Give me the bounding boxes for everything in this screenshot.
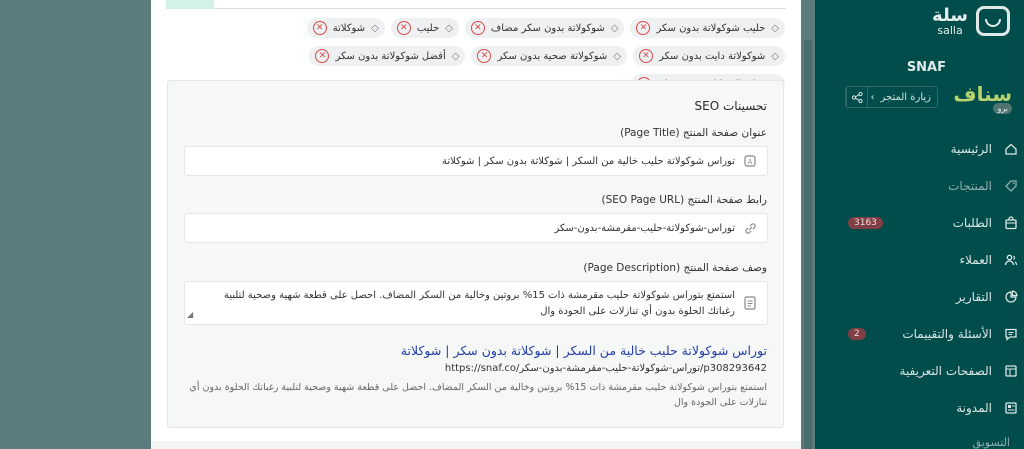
sidebar-item[interactable]: الأسئلة والتقييمات 2: [834, 315, 1024, 352]
tag-chip: ◇ حليب شوكولاتة بدون سكر ✕: [630, 18, 785, 38]
remove-tag-icon[interactable]: ✕: [477, 49, 492, 63]
sidebar-item[interactable]: المنتجات: [834, 167, 1024, 204]
top-divider: [214, 8, 786, 9]
seo-section: تحسينات SEO عنوان صفحة المنتج (Page Titl…: [167, 80, 784, 428]
tag-label: أفضل شوكولاتة بدون سكر: [335, 50, 446, 62]
tag-label: شوكولاتة دايت بدون سكر: [658, 50, 766, 62]
seo-url-value: توراس-شوكولاتة-حليب-مقرمشة-بدون-سكر: [554, 222, 735, 234]
store-name: SNAF: [906, 60, 946, 75]
tag-label: شوكولاتة بدون سكر مضاف: [490, 22, 605, 34]
link-icon: [743, 221, 757, 235]
remove-tag-icon[interactable]: ✕: [312, 21, 327, 35]
remove-tag-icon[interactable]: ✕: [396, 21, 411, 35]
salla-bag-icon: [976, 6, 1010, 36]
plan-badge: برو: [993, 103, 1012, 114]
tag-icon: ◇: [613, 50, 621, 62]
tag-icon: [1002, 177, 1020, 195]
seo-url-input[interactable]: توراس-شوكولاتة-حليب-مقرمشة-بدون-سكر: [184, 213, 768, 243]
panel-bottom: [151, 441, 801, 449]
page-description-label: وصف صفحة المنتج (Page Description): [583, 262, 767, 274]
visit-store-label: زيارة المتجر: [880, 91, 931, 103]
sidebar-item[interactable]: الصفحات التعريفية: [834, 352, 1024, 389]
page-description-value: استمتع بتوراس شوكولاتة حليب مقرمشة ذات 1…: [223, 290, 735, 317]
tag-chip: ◇ شوكولاتة دايت بدون سكر ✕: [632, 46, 785, 66]
sidebar-item[interactable]: المدونة: [834, 389, 1024, 426]
search-preview-url: https://snaf.co/توراس-شوكولاتة-حليب-مقرم…: [444, 363, 767, 374]
bag-icon: [1002, 214, 1020, 232]
tag-icon: ◇: [610, 22, 619, 34]
count-badge: 2: [848, 327, 866, 340]
tag-chip: ◇ شوكولاتة صحية بدون سكر ✕: [471, 46, 627, 66]
tag-chip: ◇ حليب ✕: [390, 18, 459, 38]
sidebar-item[interactable]: التقارير: [834, 278, 1024, 315]
blog-icon: [1002, 399, 1020, 417]
tag-label: شوكلاتة: [332, 22, 366, 34]
share-icon[interactable]: [846, 87, 868, 107]
store-logo: سناف برو: [953, 82, 1012, 114]
logo-en: salla: [937, 23, 963, 37]
sidebar-item-label: الطلبات: [952, 215, 992, 230]
remove-tag-icon[interactable]: ✕: [470, 21, 485, 35]
chat-icon: [1002, 325, 1020, 343]
remove-tag-icon[interactable]: ✕: [636, 21, 651, 35]
sidebar-item-label: التقارير: [955, 289, 992, 304]
sidebar-item-label: الأسئلة والتقييمات: [902, 326, 992, 341]
tag-label: حليب شوكولاتة بدون سكر: [656, 22, 766, 34]
seo-section-title: تحسينات SEO: [694, 99, 767, 113]
sidebar-item[interactable]: الرئيسية: [834, 130, 1024, 167]
text-field-icon: A: [743, 154, 757, 168]
users-icon: [1002, 251, 1020, 269]
sidebar-item[interactable]: العملاء: [834, 241, 1024, 278]
page-title-input[interactable]: A توراس شوكولاتة حليب خالية من السكر | ش…: [184, 146, 768, 176]
svg-text:A: A: [748, 158, 753, 166]
sidebar-item-label: العملاء: [959, 252, 992, 267]
count-badge: 3163: [848, 216, 883, 229]
tag-chip: ◇ شوكلاتة ✕: [306, 18, 385, 38]
home-icon: [1002, 140, 1020, 158]
tag-chip: ◇ شوكولاتة بدون سكر مضاف ✕: [464, 18, 625, 38]
sidebar-item-label: المدونة: [956, 400, 992, 415]
sidebar-item-label: المنتجات: [948, 178, 992, 193]
scrollbar[interactable]: [804, 40, 812, 449]
search-preview-title: توراس شوكولاتة حليب خالية من السكر | شوك…: [400, 343, 767, 358]
tag-label: حليب: [416, 22, 440, 34]
page-title-label: عنوان صفحة المنتج (Page Title): [620, 127, 767, 139]
sidebar-item-label: الصفحات التعريفية: [899, 363, 992, 378]
tag-chip: ◇ أفضل شوكولاتة بدون سكر ✕: [309, 46, 466, 66]
document-icon: [743, 296, 757, 310]
tag-icon: ◇: [451, 50, 460, 62]
chart-icon: [1002, 288, 1020, 306]
seo-url-label: رابط صفحة المنتج (SEO Page URL): [601, 194, 767, 206]
tag-icon: ◇: [371, 22, 379, 34]
tag-label: شوكولاتة صحية بدون سكر: [497, 50, 608, 62]
tag-icon: ◇: [771, 22, 779, 34]
sidebar-item[interactable]: الطلبات 3163: [834, 204, 1024, 241]
menu-section-marketing: التسويق: [972, 436, 1010, 449]
visit-store-button[interactable]: زيارة المتجر ›: [845, 86, 938, 108]
page-title-value: توراس شوكولاتة حليب خالية من السكر | شوك…: [442, 155, 735, 167]
search-preview-description: استمتع بتوراس شوكولاتة حليب مقرمشة ذات 1…: [189, 382, 767, 409]
chevron-right-icon: ›: [870, 91, 875, 103]
remove-tag-icon[interactable]: ✕: [315, 49, 330, 63]
sidebar-menu: الرئيسية المنتجات الطلبات 3163 العملاء التقار…: [834, 130, 1024, 426]
pages-icon: [1002, 362, 1020, 380]
resize-handle-icon[interactable]: ◢: [187, 309, 193, 322]
sidebar-item-label: الرئيسية: [950, 141, 992, 156]
remove-tag-icon[interactable]: ✕: [638, 49, 653, 63]
tag-icon: ◇: [771, 50, 779, 62]
top-accent-strip: [166, 0, 214, 9]
logo-ar: سلة: [932, 4, 968, 26]
tag-icon: ◇: [445, 22, 453, 34]
page-description-textarea[interactable]: استمتع بتوراس شوكولاتة حليب مقرمشة ذات 1…: [184, 281, 768, 325]
salla-logo[interactable]: سلة salla: [932, 6, 1010, 36]
